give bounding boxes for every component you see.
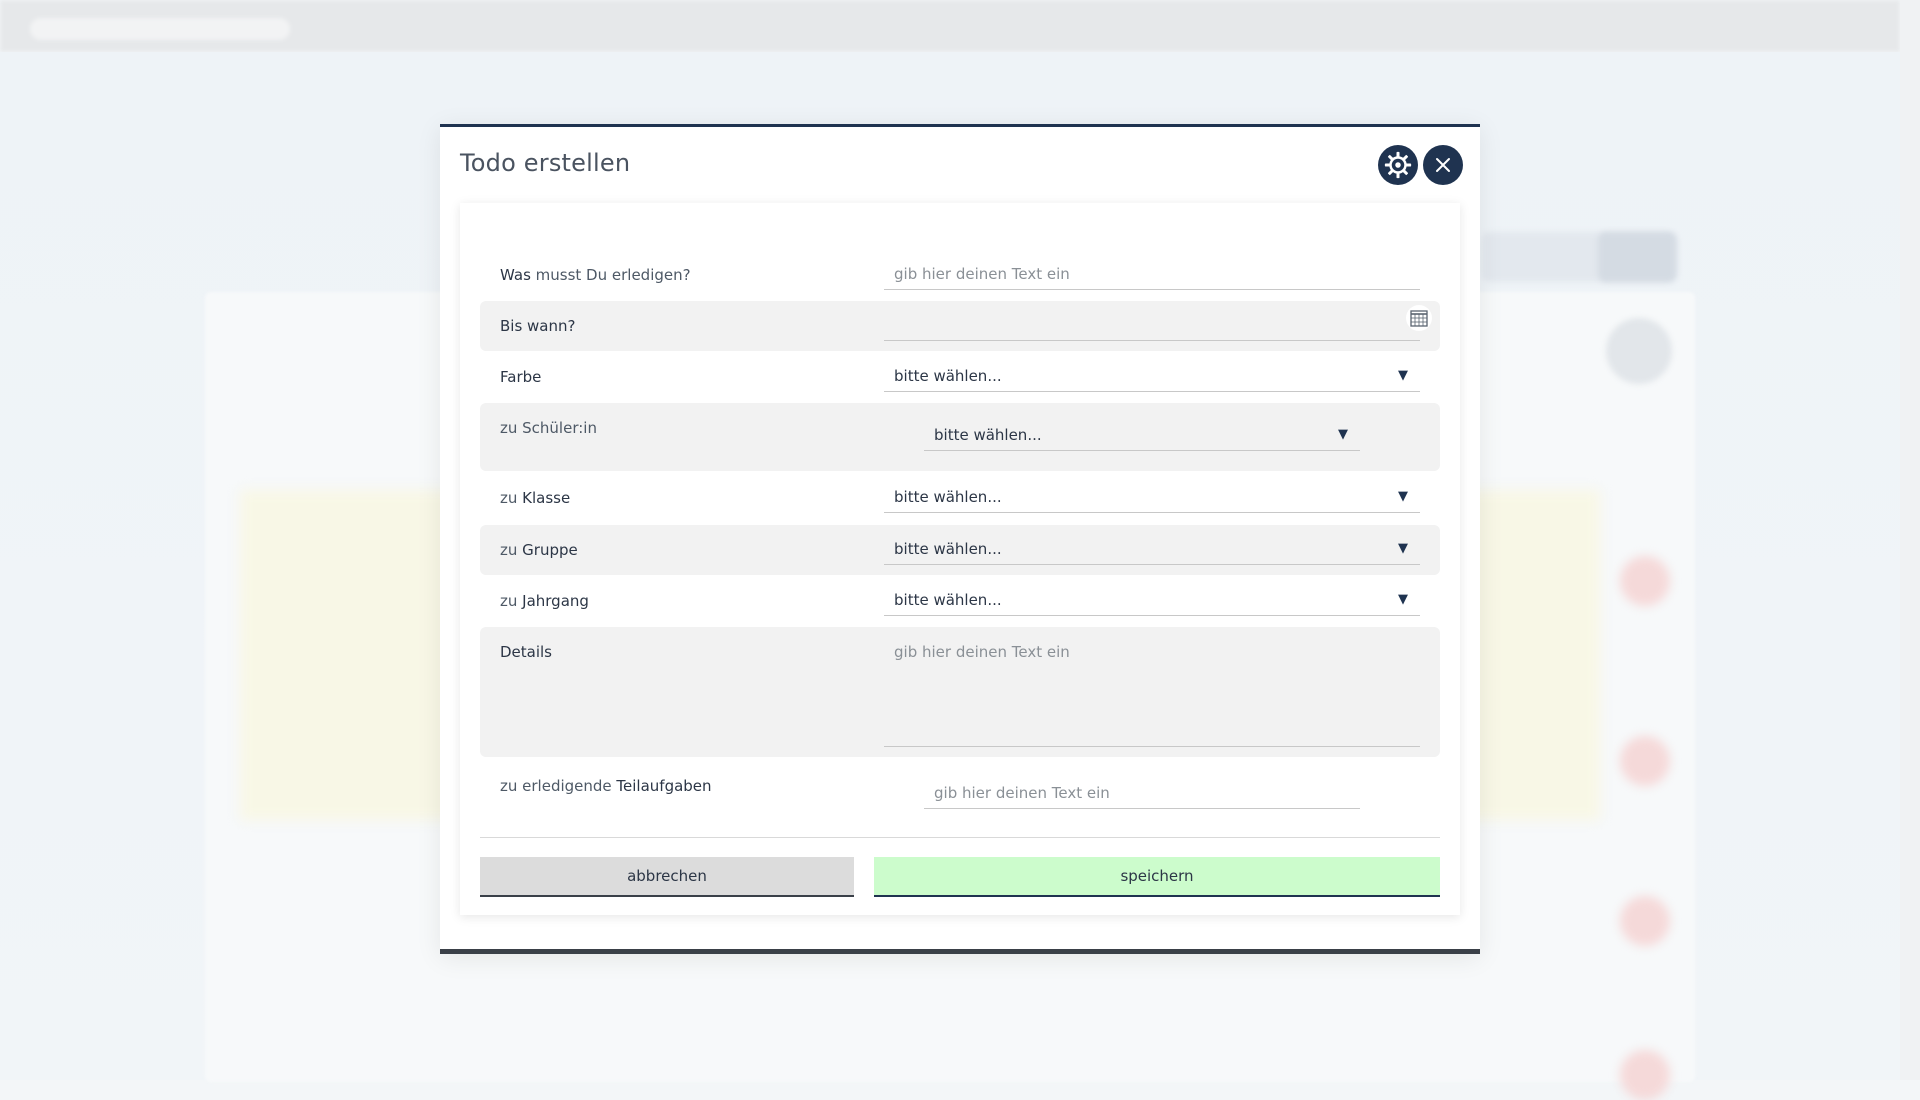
save-button[interactable]: speichern: [874, 857, 1440, 897]
todo-dialog: Todo erstellen Was musst Du erledigen? g…: [440, 124, 1480, 954]
close-button[interactable]: [1423, 145, 1463, 185]
student-label: zu Schüler:in: [500, 419, 597, 437]
details-row: Details gib hier deinen Text ein: [480, 627, 1440, 757]
class-select[interactable]: bitte wählen... ▼: [884, 483, 1420, 513]
chevron-down-icon: ▼: [1398, 368, 1408, 383]
background-scrollbar: [1900, 0, 1920, 1080]
cancel-button[interactable]: abbrechen: [480, 857, 854, 897]
chevron-down-icon: ▼: [1398, 541, 1408, 556]
year-row: zu Jahrgang bitte wählen... ▼: [480, 579, 1440, 623]
color-label: Farbe: [500, 368, 542, 386]
settings-button[interactable]: [1378, 145, 1418, 185]
due-label: Bis wann?: [500, 317, 576, 335]
what-row: Was musst Du erledigen? gib hier deinen …: [480, 255, 1440, 295]
what-label: Was musst Du erledigen?: [500, 266, 691, 284]
group-label: zu Gruppe: [500, 541, 578, 559]
gear-icon: [1384, 151, 1412, 179]
chevron-down-icon: ▼: [1398, 489, 1408, 504]
background-topbar: [0, 0, 1900, 52]
class-row: zu Klasse bitte wählen... ▼: [480, 475, 1440, 521]
form-card: Was musst Du erledigen? gib hier deinen …: [460, 203, 1460, 915]
student-select[interactable]: bitte wählen... ▼: [924, 421, 1360, 451]
year-select[interactable]: bitte wählen... ▼: [884, 586, 1420, 616]
divider: [480, 837, 1440, 838]
close-icon: [1436, 158, 1450, 172]
subtasks-row: zu erledigende Teilaufgaben gib hier dei…: [480, 757, 1440, 831]
color-row: Farbe bitte wählen... ▼: [480, 355, 1440, 399]
dialog-title: Todo erstellen: [460, 149, 631, 177]
color-select[interactable]: bitte wählen... ▼: [884, 362, 1420, 392]
due-row: Bis wann?: [480, 301, 1440, 351]
group-row: zu Gruppe bitte wählen... ▼: [480, 525, 1440, 575]
details-label: Details: [500, 643, 553, 661]
subtasks-input[interactable]: gib hier deinen Text ein: [924, 779, 1360, 809]
chevron-down-icon: ▼: [1398, 592, 1408, 607]
what-input[interactable]: gib hier deinen Text ein: [884, 260, 1420, 290]
chevron-down-icon: ▼: [1338, 427, 1348, 442]
subtasks-label: zu erledigende Teilaufgaben: [500, 777, 712, 795]
calendar-icon[interactable]: [1406, 305, 1432, 331]
due-date-input[interactable]: [884, 311, 1420, 341]
group-select[interactable]: bitte wählen... ▼: [884, 535, 1420, 565]
student-row: zu Schüler:in bitte wählen... ▼: [480, 403, 1440, 471]
year-label: zu Jahrgang: [500, 592, 589, 610]
class-label: zu Klasse: [500, 489, 571, 507]
details-textarea[interactable]: gib hier deinen Text ein: [884, 641, 1420, 747]
